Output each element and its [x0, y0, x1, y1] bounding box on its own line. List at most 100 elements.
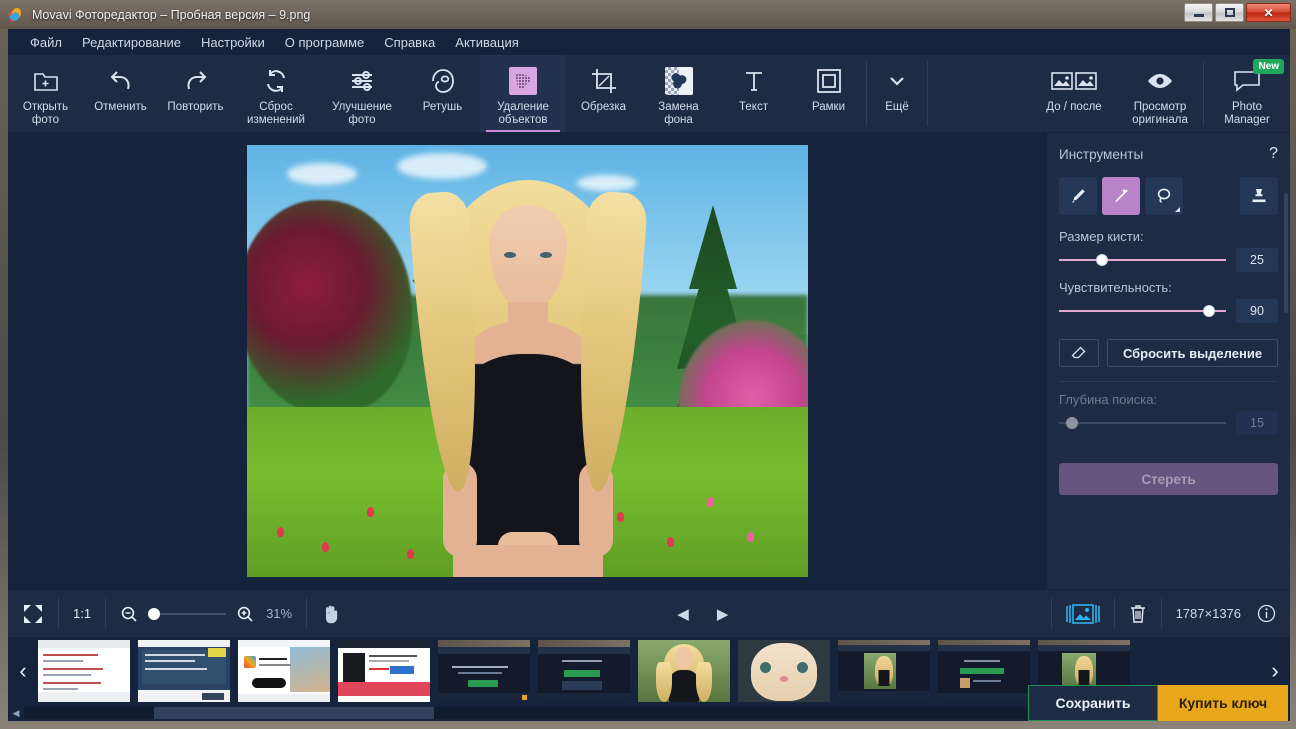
stamp-tool-button[interactable] — [1240, 177, 1278, 215]
main-window: Файл Редактирование Настройки О программ… — [8, 29, 1290, 721]
tool-object-removal-label: Удаление объектов — [497, 101, 549, 126]
tool-frames[interactable]: Рамки — [791, 55, 866, 132]
reset-selection-button[interactable]: Сбросить выделение — [1107, 339, 1278, 367]
photo-flower — [277, 527, 284, 537]
list-item[interactable] — [38, 640, 130, 702]
zoom-controls: 31% — [106, 590, 306, 637]
filmstrip-toggle-icon — [1065, 603, 1100, 625]
edited-photo[interactable] — [247, 145, 808, 577]
list-item[interactable] — [238, 640, 330, 702]
tool-open-photo[interactable]: Открыть фото — [8, 55, 83, 132]
tool-open-photo-label: Открыть фото — [22, 101, 69, 126]
scrollbar-thumb[interactable] — [154, 707, 434, 719]
prev-photo-button[interactable]: ◀ — [663, 590, 703, 637]
list-item[interactable] — [338, 640, 430, 702]
canvas-area[interactable] — [8, 133, 1047, 589]
brush-size-value[interactable]: 25 — [1236, 248, 1278, 272]
list-item[interactable] — [638, 640, 730, 702]
brush-icon — [1068, 186, 1088, 206]
zoom-one-to-one-button[interactable]: 1:1 — [59, 590, 105, 637]
list-item[interactable] — [138, 640, 230, 702]
buy-key-button[interactable]: Купить ключ — [1158, 685, 1288, 721]
tool-before-after-label: До / после — [1046, 101, 1102, 113]
photo-subject — [407, 162, 648, 577]
scroll-left-arrow[interactable]: ◀ — [8, 708, 24, 719]
panel-scrollbar[interactable] — [1284, 193, 1288, 313]
sensitivity-slider[interactable] — [1059, 304, 1226, 318]
sensitivity-value[interactable]: 90 — [1236, 299, 1278, 323]
brush-tool-button[interactable] — [1059, 177, 1097, 215]
search-depth-slider — [1059, 416, 1226, 430]
tool-redo[interactable]: Повторить — [158, 55, 233, 132]
selection-tools-row — [1059, 177, 1278, 215]
photo-flower — [322, 542, 329, 552]
list-item[interactable] — [438, 640, 530, 702]
help-icon[interactable]: ? — [1269, 145, 1278, 163]
tool-crop[interactable]: Обрезка — [566, 55, 641, 132]
tool-background-change[interactable]: Замена фона — [641, 55, 716, 132]
photo-flower — [367, 507, 374, 517]
magic-wand-icon — [1111, 186, 1131, 206]
menu-help[interactable]: Справка — [374, 32, 445, 53]
chevron-down-icon — [886, 64, 908, 98]
menu-settings[interactable]: Настройки — [191, 32, 275, 53]
window-title: Movavi Фоторедактор – Пробная версия – 9… — [32, 7, 311, 22]
filmstrip-prev-button[interactable]: ‹ — [8, 637, 38, 705]
info-icon[interactable] — [1257, 604, 1276, 623]
search-depth-value: 15 — [1236, 411, 1278, 435]
zoom-out-icon[interactable] — [120, 605, 138, 623]
tool-object-removal[interactable]: Удаление объектов — [480, 55, 566, 132]
tool-redo-label: Повторить — [167, 101, 224, 113]
menu-about[interactable]: О программе — [275, 32, 375, 53]
tool-retouch-label: Ретушь — [422, 101, 463, 113]
lasso-tool-button[interactable] — [1145, 177, 1183, 215]
brush-size-row: 25 — [1059, 248, 1278, 272]
maximize-button[interactable] — [1215, 3, 1244, 22]
list-item[interactable] — [838, 640, 930, 702]
next-photo-button[interactable]: ▶ — [703, 590, 743, 637]
tool-reset-changes[interactable]: Сброс изменений — [233, 55, 319, 132]
menu-file[interactable]: Файл — [20, 32, 72, 53]
photo-red-bush — [247, 200, 412, 415]
list-item[interactable] — [738, 640, 830, 702]
magic-wand-tool-button[interactable] — [1102, 177, 1140, 215]
subject-eye — [503, 252, 516, 258]
main-toolbar: Открыть фото Отменить Повторить Сброс из… — [8, 55, 1290, 133]
photo-dimensions: 1787×1376 — [1175, 606, 1242, 621]
list-item[interactable] — [538, 640, 630, 702]
zoom-in-icon[interactable] — [236, 605, 254, 623]
frames-icon — [815, 64, 843, 98]
menu-bar: Файл Редактирование Настройки О программ… — [8, 29, 1290, 55]
tool-view-original[interactable]: Просмотр оригинала — [1117, 55, 1203, 132]
tool-retouch[interactable]: Ретушь — [405, 55, 480, 132]
tool-more[interactable]: Ещё — [867, 55, 927, 132]
close-button[interactable]: ✕ — [1246, 3, 1291, 22]
photo-cloud — [287, 163, 357, 185]
brush-size-slider[interactable] — [1059, 253, 1226, 267]
list-item[interactable] — [938, 640, 1030, 702]
filmstrip-toggle-button[interactable] — [1052, 590, 1114, 637]
tool-before-after[interactable]: До / после — [1031, 55, 1117, 132]
menu-edit[interactable]: Редактирование — [72, 32, 191, 53]
workspace: Инструменты ? Размер кисти: 25 Чувствите… — [8, 133, 1290, 589]
delete-photo-button[interactable] — [1115, 590, 1161, 637]
save-button[interactable]: Сохранить — [1028, 685, 1158, 721]
tool-undo[interactable]: Отменить — [83, 55, 158, 132]
menu-activation[interactable]: Активация — [445, 32, 528, 53]
tool-photo-manager[interactable]: New Photo Manager — [1204, 55, 1290, 132]
action-buttons: Сохранить Купить ключ — [1028, 685, 1288, 721]
tool-enhance-photo[interactable]: Улучшение фото — [319, 55, 405, 132]
tool-text[interactable]: Текст — [716, 55, 791, 132]
tool-background-change-label: Замена фона — [658, 101, 699, 126]
search-depth-row: 15 — [1059, 411, 1278, 435]
tool-view-original-label: Просмотр оригинала — [1132, 101, 1188, 126]
eraser-button[interactable] — [1059, 339, 1099, 367]
minimize-button[interactable] — [1184, 3, 1213, 22]
erase-button[interactable]: Стереть — [1059, 463, 1278, 495]
hand-tool-button[interactable] — [307, 590, 355, 637]
lasso-icon — [1154, 186, 1174, 206]
stamp-icon — [1249, 186, 1269, 206]
eraser-icon — [1071, 345, 1087, 361]
fit-to-screen-button[interactable] — [8, 590, 58, 637]
zoom-slider[interactable] — [148, 607, 227, 621]
